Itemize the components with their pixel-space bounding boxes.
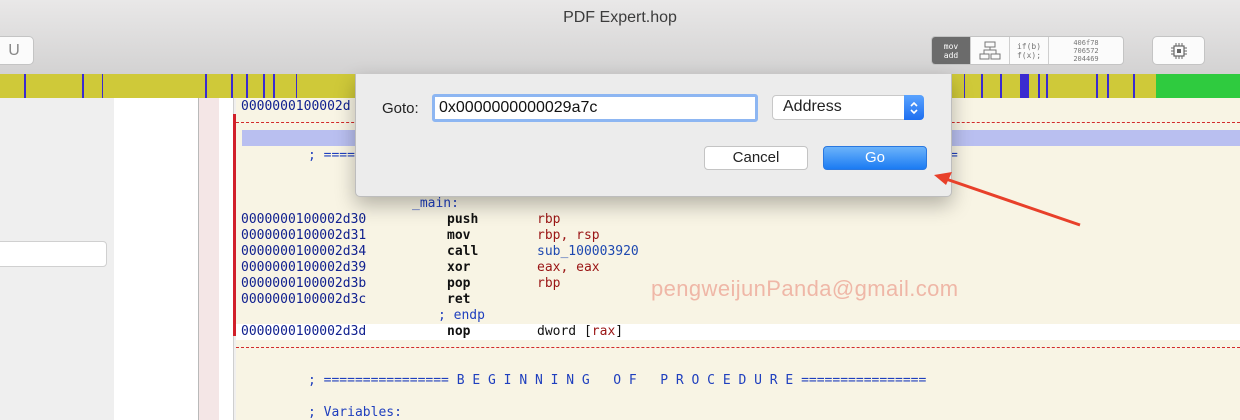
annotation-arrow-icon [934, 172, 1081, 227]
